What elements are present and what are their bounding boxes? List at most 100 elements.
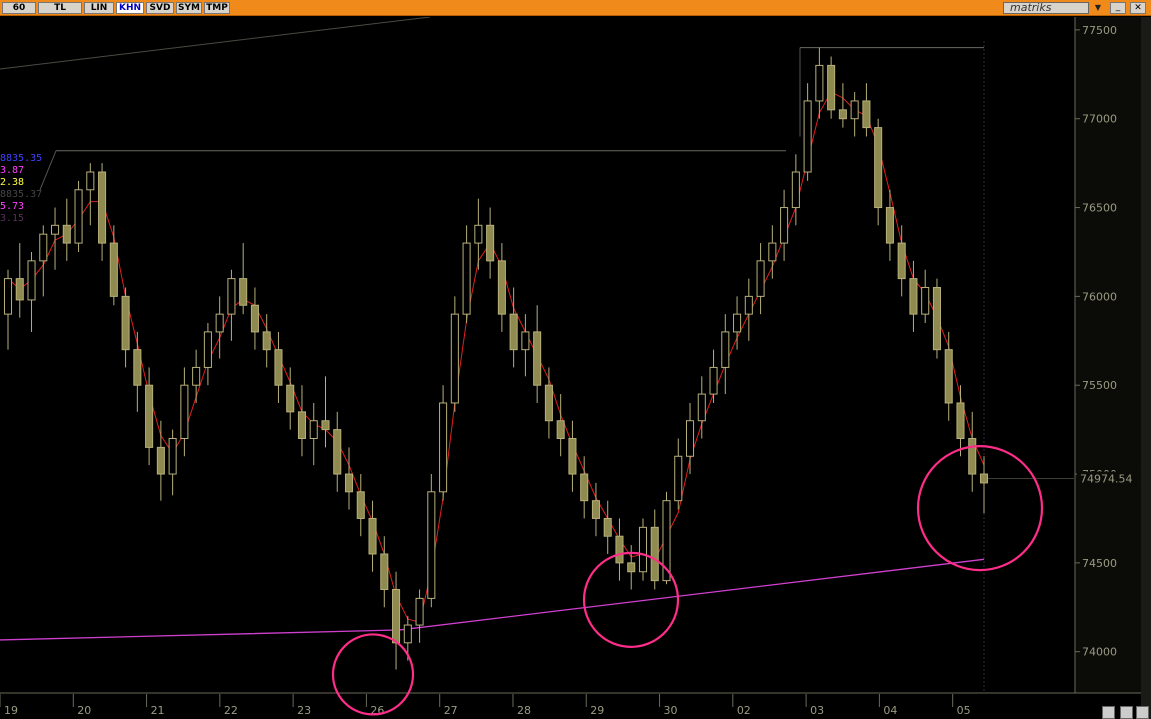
toolbar-button-svd[interactable]: SVD <box>146 2 174 14</box>
resize-icon[interactable] <box>1136 706 1149 719</box>
indicator-value: 3.87 <box>0 165 25 176</box>
candle-body <box>368 517 377 555</box>
candle-body <box>497 260 506 315</box>
y-tick-label: 76000 <box>1082 290 1117 303</box>
candle-body <box>427 491 436 599</box>
chart-canvas[interactable]: 7400074500750007550076000765007700077500… <box>0 17 1151 719</box>
candle-body <box>874 127 883 209</box>
candle-body <box>768 242 777 262</box>
candle-body <box>486 224 495 262</box>
indicator-value: 3.15 <box>0 213 25 224</box>
candle-body <box>721 331 730 368</box>
candle-body <box>15 278 24 301</box>
candle-body <box>156 446 165 475</box>
candle-body <box>568 438 577 475</box>
candle-body <box>685 420 695 457</box>
candle-body <box>827 64 836 111</box>
toolbar-button-60[interactable]: 60 <box>2 2 36 14</box>
candle-body <box>450 313 459 404</box>
candle-body <box>392 589 401 644</box>
candle-body <box>921 286 930 315</box>
candle-body <box>509 313 518 351</box>
candle-body <box>121 295 130 351</box>
candle-body <box>580 473 589 502</box>
x-tick-label: 22 <box>224 704 238 717</box>
candle-body <box>109 242 118 297</box>
x-tick-label: 04 <box>883 704 897 717</box>
candle-body <box>192 366 201 386</box>
candle-body <box>297 411 307 440</box>
candle-body <box>274 349 283 386</box>
indicator-value: 2.38 <box>0 177 25 188</box>
candle-body <box>791 171 800 209</box>
candle-body <box>462 242 471 315</box>
indicator-value: 8835.37 <box>0 189 43 200</box>
candle-body <box>556 420 565 439</box>
candle-body <box>780 207 789 244</box>
candle-body <box>521 331 530 351</box>
candle-body <box>956 402 965 439</box>
candle-body <box>203 331 212 368</box>
x-tick-label: 29 <box>590 704 604 717</box>
close-icon[interactable]: ✕ <box>1130 2 1146 14</box>
candle-body <box>86 171 95 191</box>
y-tick-label: 74000 <box>1082 646 1117 659</box>
toolbar-button-lin[interactable]: LIN <box>84 2 114 14</box>
x-tick-label: 19 <box>4 704 18 717</box>
candle-body <box>979 473 989 484</box>
dropdown-icon[interactable]: ▼ <box>1091 2 1105 14</box>
toolbar-button-khn[interactable]: KHN <box>116 2 144 14</box>
candle-body <box>650 526 659 582</box>
x-tick-label: 02 <box>737 704 751 717</box>
candle-body <box>309 420 318 439</box>
candle-body <box>838 109 847 120</box>
candle-body <box>145 384 154 448</box>
candle-body <box>250 304 259 333</box>
minimize-icon[interactable]: _ <box>1110 2 1126 14</box>
candle-body <box>744 295 753 315</box>
candle-body <box>415 597 424 626</box>
indicator-value: 5.73 <box>0 201 25 212</box>
candle-body <box>709 366 718 395</box>
candle-body <box>380 553 389 591</box>
candle-body <box>803 100 812 173</box>
candle-body <box>321 420 330 431</box>
candle-body <box>885 207 894 244</box>
refresh-icon[interactable] <box>1102 706 1115 719</box>
current-price-label: 74974.54 <box>1080 473 1133 486</box>
candle-body <box>944 349 953 404</box>
candle-body <box>74 189 83 244</box>
candle-body <box>215 313 224 333</box>
candle-body <box>333 429 342 475</box>
toolbar-button-tl[interactable]: TL <box>38 2 82 14</box>
candle-body <box>638 526 648 573</box>
tile-icon[interactable] <box>1120 706 1133 719</box>
candle-body <box>627 562 636 573</box>
indicator-value: 8835.35 <box>0 153 43 164</box>
toolbar-button-tmp[interactable]: TMP <box>204 2 230 14</box>
toolbar-button-sym[interactable]: SYM <box>176 2 202 14</box>
candle-body <box>815 64 824 102</box>
candle-body <box>591 500 600 519</box>
candle-body <box>674 455 683 502</box>
candle-body <box>909 278 918 315</box>
x-tick-label: 21 <box>151 704 165 717</box>
bottom-toolbar <box>1098 706 1151 719</box>
candle-body <box>98 171 107 244</box>
candle-body <box>968 438 977 475</box>
y-tick-label: 77500 <box>1082 24 1117 37</box>
candle-body <box>62 224 71 244</box>
price-chart[interactable]: 7400074500750007550076000765007700077500… <box>0 17 1151 719</box>
candle-body <box>544 384 553 422</box>
candle-body <box>180 384 189 439</box>
candle-body <box>862 100 871 129</box>
y-tick-label: 76500 <box>1082 202 1117 215</box>
candle-body <box>356 491 365 519</box>
candle-body <box>533 331 542 386</box>
candle-body <box>603 517 612 537</box>
candle-body <box>897 242 906 280</box>
candle-body <box>697 393 706 422</box>
x-tick-label: 27 <box>444 704 458 717</box>
candle-body <box>850 100 859 120</box>
y-tick-label: 75500 <box>1082 379 1117 392</box>
